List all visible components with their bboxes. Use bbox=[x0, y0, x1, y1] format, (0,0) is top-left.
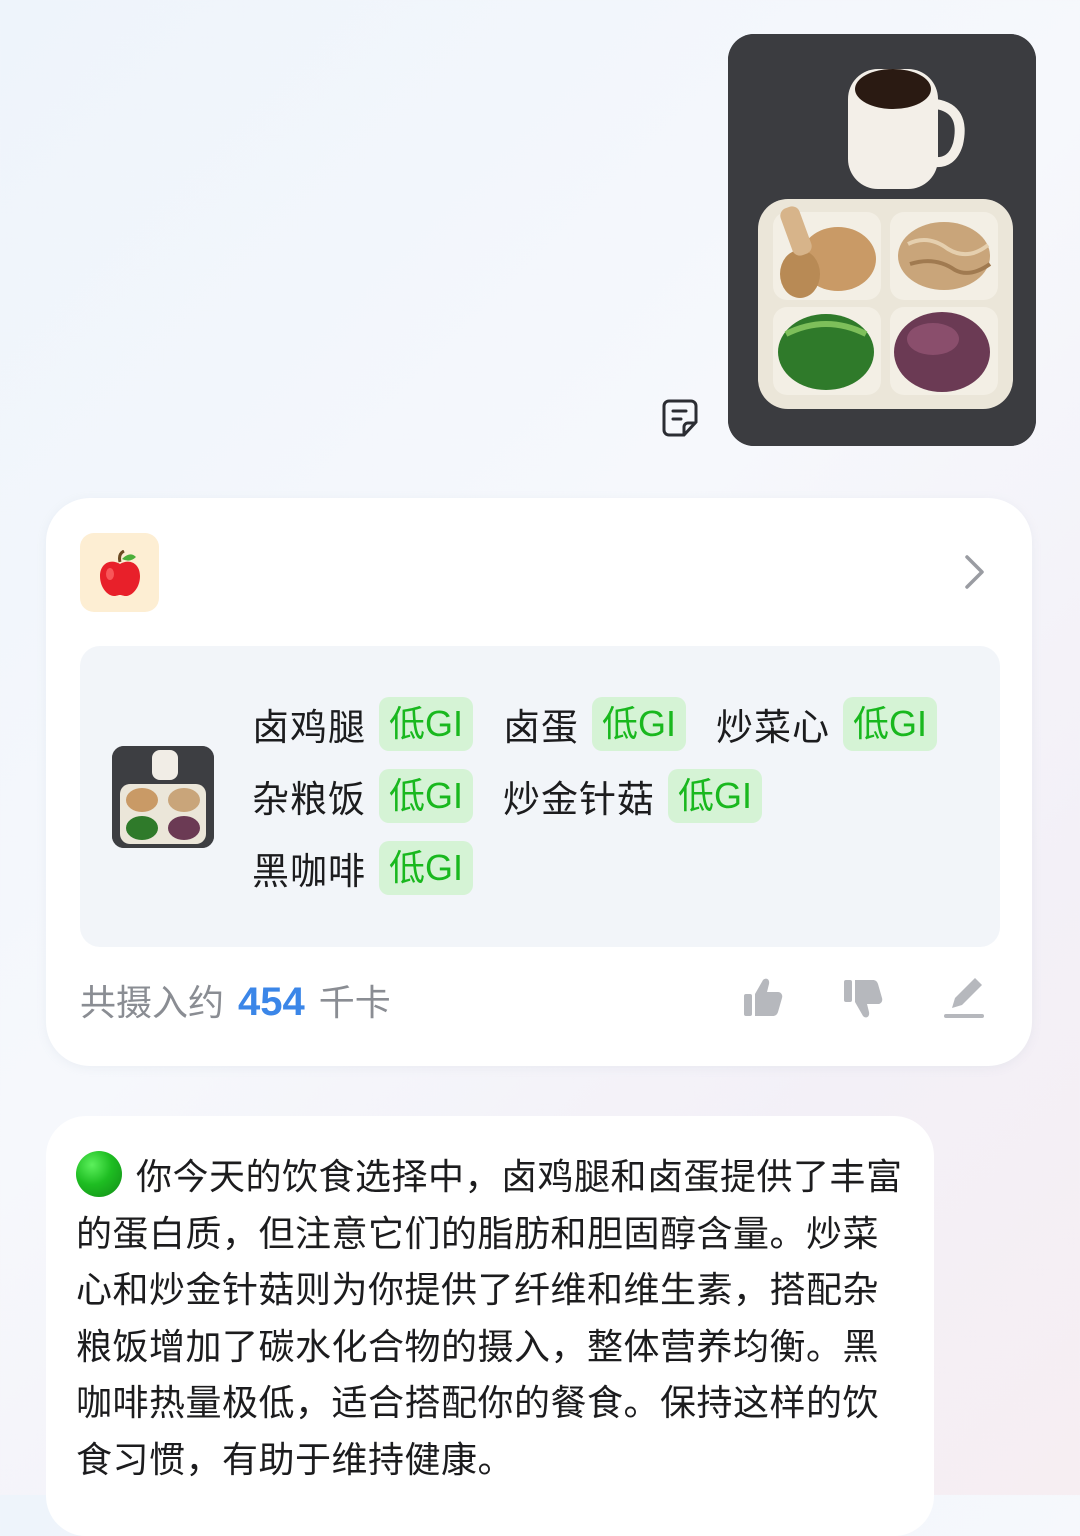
gi-badge: 低GI bbox=[843, 697, 938, 751]
food-item: 炒菜心 低GI bbox=[716, 697, 938, 751]
gi-badge: 低GI bbox=[592, 697, 687, 751]
gi-badge: 低GI bbox=[379, 769, 474, 823]
thumbs-down-icon[interactable] bbox=[840, 974, 888, 1022]
food-name: 杂粮饭 bbox=[252, 778, 366, 821]
food-item: 炒金针菇 低GI bbox=[503, 769, 763, 823]
food-item: 卤鸡腿 低GI bbox=[252, 697, 474, 751]
food-list-panel: 卤鸡腿 低GI 卤蛋 低GI 炒菜心 低GI 杂粮饭 低GI 炒金针菇 低GI bbox=[80, 646, 1000, 947]
food-item: 黑咖啡 低GI bbox=[252, 841, 474, 895]
gi-badge: 低GI bbox=[379, 697, 474, 751]
calorie-value: 454 bbox=[238, 980, 305, 1024]
apple-icon bbox=[80, 533, 159, 612]
calorie-prefix: 共摄入约 bbox=[80, 983, 225, 1024]
meal-analysis-card[interactable]: 卤鸡腿 低GI 卤蛋 低GI 炒菜心 低GI 杂粮饭 低GI 炒金针菇 低GI bbox=[46, 498, 1032, 1066]
food-name: 炒金针菇 bbox=[503, 778, 656, 821]
gi-badge: 低GI bbox=[668, 769, 763, 823]
meal-thumbnail[interactable] bbox=[112, 746, 214, 848]
edit-icon[interactable] bbox=[940, 974, 988, 1022]
food-name: 卤蛋 bbox=[503, 706, 580, 749]
calorie-unit: 千卡 bbox=[318, 983, 391, 1024]
food-name: 卤鸡腿 bbox=[252, 706, 366, 749]
food-row: 卤鸡腿 低GI 卤蛋 低GI 炒菜心 低GI bbox=[252, 696, 967, 752]
thumbs-up-icon[interactable] bbox=[740, 974, 788, 1022]
reply-text: 你今天的饮食选择中，卤鸡腿和卤蛋提供了丰富的蛋白质，但注意它们的脂肪和胆固醇含量… bbox=[76, 1157, 903, 1481]
meal-tray-photo[interactable] bbox=[728, 34, 1036, 446]
food-row: 杂粮饭 低GI 炒金针菇 低GI bbox=[252, 768, 792, 824]
food-item: 卤蛋 低GI bbox=[503, 697, 687, 751]
food-item: 杂粮饭 低GI bbox=[252, 769, 474, 823]
food-name: 黑咖啡 bbox=[252, 850, 366, 893]
chevron-right-icon[interactable] bbox=[964, 554, 986, 590]
reply-text-block: 你今天的饮食选择中，卤鸡腿和卤蛋提供了丰富的蛋白质，但注意它们的脂肪和胆固醇含量… bbox=[76, 1150, 906, 1489]
calorie-summary: 共摄入约 454 千卡 bbox=[80, 974, 391, 1026]
green-circle-icon bbox=[76, 1151, 122, 1197]
note-icon[interactable] bbox=[662, 398, 700, 438]
food-name: 炒菜心 bbox=[716, 706, 831, 749]
ai-reply-bubble: 你今天的饮食选择中，卤鸡腿和卤蛋提供了丰富的蛋白质，但注意它们的脂肪和胆固醇含量… bbox=[46, 1116, 934, 1536]
food-row: 黑咖啡 低GI bbox=[252, 840, 503, 896]
gi-badge: 低GI bbox=[379, 841, 474, 895]
